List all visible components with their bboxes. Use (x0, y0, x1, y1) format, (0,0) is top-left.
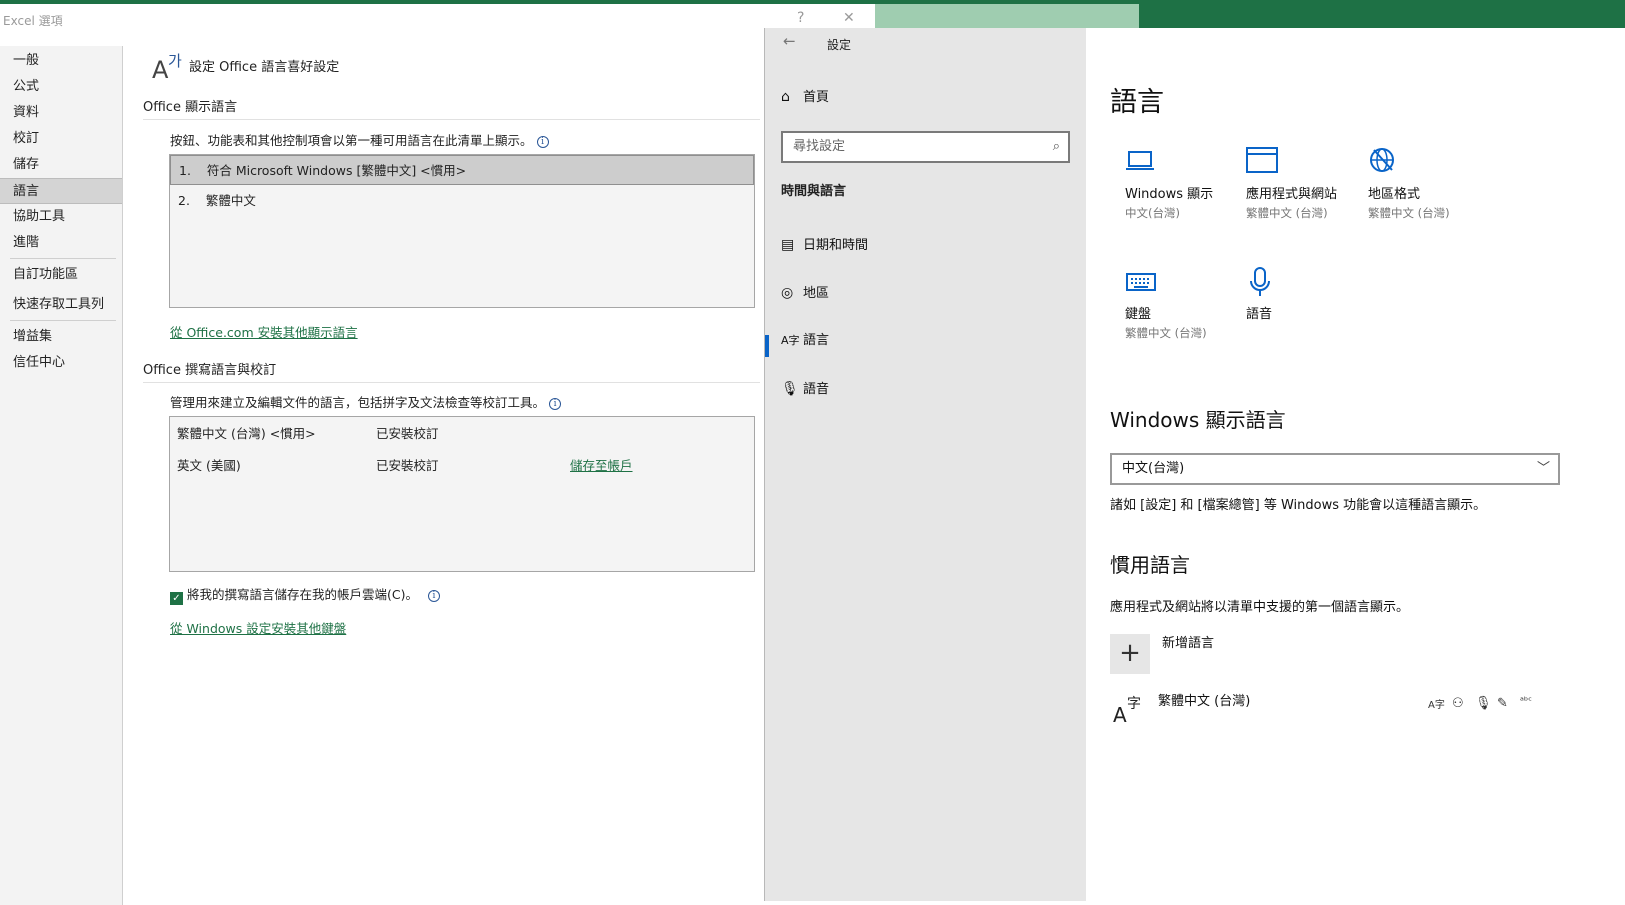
options-nav: 一般 公式 資料 校訂 儲存 語言 協助工具 進階 自訂功能區 快速存取工具列 … (0, 46, 123, 905)
background-window-tab (875, 4, 1139, 28)
page-heading: 設定 Office 語言喜好設定 (189, 60, 340, 75)
search-icon: ⌕ (1052, 139, 1060, 154)
nav-item-proofing[interactable]: 校訂 (0, 126, 122, 152)
background-window (1100, 0, 1625, 28)
microphone-icon: 🎙 (781, 381, 799, 397)
nav-item-formulas[interactable]: 公式 (0, 74, 122, 100)
laptop-icon (1125, 146, 1235, 186)
section-divider (143, 382, 760, 383)
close-button[interactable]: ✕ (843, 10, 855, 26)
excel-options-window: Excel 選項 ? ✕ 一般 公式 資料 校訂 儲存 語言 協助工具 進階 自… (0, 4, 855, 905)
nav-region[interactable]: ◎ 地區 (781, 282, 829, 304)
save-to-account-link[interactable]: 儲存至帳戶 (570, 455, 633, 474)
nav-item-general[interactable]: 一般 (0, 48, 122, 74)
checkbox[interactable]: ✓ (170, 592, 183, 605)
spellcheck-feature-icon: ᵃᵇᶜ (1520, 696, 1532, 707)
nav-speech[interactable]: 🎙 語音 (781, 378, 829, 400)
nav-item-advanced[interactable]: 進階 (0, 230, 122, 256)
display-language-title: Office 顯示語言 (143, 100, 238, 115)
globe-region-icon: ◎ (781, 285, 794, 301)
display-language-feature-icon: A字 (1428, 700, 1445, 711)
display-language-dropdown[interactable]: 中文(台灣) ﹀ (1110, 453, 1560, 485)
nav-item-addins[interactable]: 增益集 (0, 324, 122, 350)
back-arrow-icon[interactable]: ← (783, 32, 796, 50)
selection-indicator (765, 335, 769, 357)
nav-item-save[interactable]: 儲存 (0, 152, 122, 178)
display-language-list[interactable]: 1. 符合 Microsoft Windows [繁體中文] <慣用> 2. 繁… (169, 154, 755, 308)
tile-apps-websites[interactable]: 應用程式與網站 繁體中文 (台灣) (1246, 146, 1356, 222)
page-title: 語言 (1110, 87, 1164, 118)
region-format-icon (1368, 146, 1478, 186)
tile-keyboard[interactable]: 鍵盤 繁體中文 (台灣) (1125, 266, 1235, 342)
table-row[interactable]: 繁體中文 (台灣) <慣用> (177, 423, 316, 442)
nav-group-title: 時間與語言 (781, 184, 847, 199)
display-language-description: 按鈕、功能表和其他控制項會以第一種可用語言在此清單上顯示。 i (170, 130, 549, 149)
microphone-feature-icon: 🎙 (1475, 696, 1492, 711)
list-item[interactable]: 2. 繁體中文 (170, 186, 754, 216)
table-row[interactable]: 英文 (美國) (177, 455, 241, 474)
proofing-status: 已安裝校訂 (376, 458, 439, 473)
settings-content-pane: 語言 Windows 顯示 中文(台灣) 應用程式與網站 繁體中文 (台灣) 地… (1086, 28, 1625, 901)
nav-item-customize-ribbon[interactable]: 自訂功能區 (0, 262, 122, 288)
nav-language[interactable]: A字 語言 (781, 330, 829, 352)
preferred-language-item[interactable]: 繁體中文 (台灣) (1158, 690, 1250, 709)
home-icon: ⌂ (781, 89, 790, 105)
tile-regional-format[interactable]: 地區格式 繁體中文 (台灣) (1368, 146, 1478, 222)
svg-text:A: A (1113, 703, 1127, 726)
nav-item-data[interactable]: 資料 (0, 100, 122, 126)
plus-icon: + (1119, 638, 1141, 668)
add-language-button[interactable]: + (1110, 634, 1150, 674)
window-icon (1246, 146, 1356, 186)
help-button[interactable]: ? (797, 10, 804, 26)
nav-item-trust-center[interactable]: 信任中心 (0, 350, 122, 376)
keyboard-icon (1125, 266, 1235, 306)
language-icon: A字 (1112, 692, 1146, 727)
settings-title: 設定 (827, 38, 852, 52)
authoring-language-title: Office 撰寫語言與校訂 (143, 363, 277, 378)
info-icon[interactable]: i (427, 590, 440, 602)
language-icon: A字 (781, 334, 800, 347)
proofing-status: 已安裝校訂 (376, 426, 439, 441)
chevron-down-icon: ﹀ (1536, 461, 1550, 476)
nav-home[interactable]: ⌂ 首頁 (781, 86, 829, 108)
authoring-language-list[interactable]: 繁體中文 (台灣) <慣用> 已安裝校訂 英文 (美國) 已安裝校訂 儲存至帳戶 (169, 416, 755, 572)
nav-item-accessibility[interactable]: 協助工具 (0, 204, 122, 230)
nav-item-quick-access-toolbar[interactable]: 快速存取工具列 (0, 292, 122, 318)
info-icon[interactable]: i (536, 136, 549, 148)
add-language-label[interactable]: 新增語言 (1162, 632, 1214, 651)
list-item[interactable]: 1. 符合 Microsoft Windows [繁體中文] <慣用> (170, 155, 754, 185)
install-display-language-link[interactable]: 從 Office.com 安裝其他顯示語言 (170, 322, 358, 341)
preferred-languages-note: 應用程式及網站將以清單中支援的第一個語言顯示。 (1110, 600, 1410, 615)
nav-item-language[interactable]: 語言 (0, 178, 122, 204)
preferred-languages-heading: 慣用語言 (1110, 553, 1190, 577)
speech-feature-icon: ⚇ (1452, 696, 1464, 711)
info-icon[interactable]: i (549, 398, 562, 410)
svg-text:A: A (152, 56, 169, 82)
nav-divider (10, 258, 116, 259)
section-divider (143, 119, 760, 120)
nav-date-time[interactable]: ▤ 日期和時間 (781, 234, 868, 256)
settings-nav-pane: ← 設定 ⌂ 首頁 尋找設定 ⌕ 時間與語言 ▤ 日期和時間 ◎ 地區 A字 語言 🎙 語… (764, 28, 1086, 901)
language-settings-icon: A 가 (151, 50, 187, 84)
microphone-icon (1246, 266, 1356, 306)
search-input[interactable]: 尋找設定 ⌕ (781, 131, 1070, 163)
authoring-language-description: 管理用來建立及編輯文件的語言，包括拼字及文法檢查等校訂工具。 i (170, 392, 562, 411)
svg-text:字: 字 (1127, 696, 1141, 712)
display-language-heading: Windows 顯示語言 (1110, 408, 1286, 432)
tile-windows-display[interactable]: Windows 顯示 中文(台灣) (1125, 146, 1235, 222)
window-title: Excel 選項 (3, 14, 63, 28)
nav-divider (10, 320, 116, 321)
tile-speech[interactable]: 語音 (1246, 266, 1356, 324)
handwriting-feature-icon: ✎ (1497, 696, 1508, 711)
calendar-clock-icon: ▤ (781, 237, 795, 253)
display-language-note: 諸如 [設定] 和 [檔案總管] 等 Windows 功能會以這種語言顯示。 (1110, 498, 1487, 513)
svg-text:가: 가 (168, 52, 182, 70)
install-keyboard-link[interactable]: 從 Windows 設定安裝其他鍵盤 (170, 618, 346, 637)
save-authoring-checkbox-row[interactable]: ✓ 將我的撰寫語言儲存在我的帳戶雲端(C)。 i (170, 584, 440, 605)
